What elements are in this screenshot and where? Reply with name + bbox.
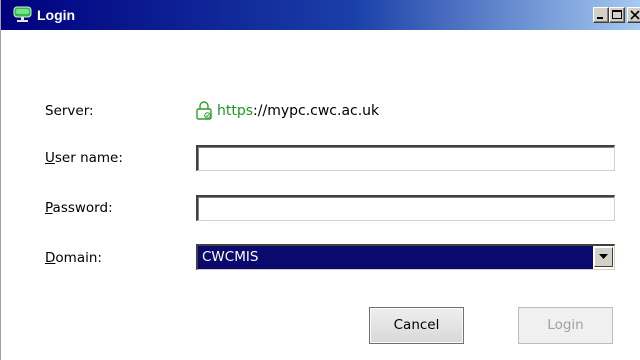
password-label-text: assword: — [52, 200, 113, 216]
domain-selected-value[interactable]: CWCMIS — [198, 246, 593, 269]
username-label-text: ser name: — [54, 150, 123, 166]
minimize-button[interactable] — [593, 7, 609, 23]
password-label: Password: — [45, 200, 113, 216]
username-label: User name: — [45, 150, 123, 166]
close-icon — [630, 10, 640, 20]
password-label-mnemonic: P — [45, 200, 53, 216]
username-label-mnemonic: U — [45, 150, 55, 166]
domain-label-text: omain: — [55, 250, 102, 266]
server-url: https://mypc.cwc.ac.uk — [217, 103, 379, 119]
domain-select[interactable]: CWCMIS — [196, 244, 615, 270]
server-url-scheme: https — [217, 103, 254, 119]
minimize-icon — [597, 17, 603, 19]
maximize-button[interactable] — [609, 7, 625, 23]
password-input[interactable] — [196, 195, 615, 221]
domain-dropdown-button[interactable] — [594, 247, 613, 267]
maximize-icon — [612, 10, 622, 19]
domain-label: Domain: — [45, 250, 102, 266]
lock-icon — [195, 100, 213, 120]
title-bar[interactable]: Login — [1, 0, 640, 30]
chevron-down-icon — [599, 254, 608, 259]
server-url-host: ://mypc.cwc.ac.uk — [253, 103, 380, 119]
app-icon — [13, 6, 32, 23]
domain-label-mnemonic: D — [45, 250, 56, 266]
login-button[interactable]: Login — [518, 307, 613, 344]
server-label: Server: — [45, 103, 94, 119]
cancel-button[interactable]: Cancel — [369, 307, 464, 344]
window-title: Login — [37, 7, 76, 23]
login-window: Login Server: https://mypc.cwc.ac.uk Use… — [0, 0, 640, 360]
username-input[interactable] — [196, 145, 615, 171]
close-button[interactable] — [627, 7, 640, 23]
